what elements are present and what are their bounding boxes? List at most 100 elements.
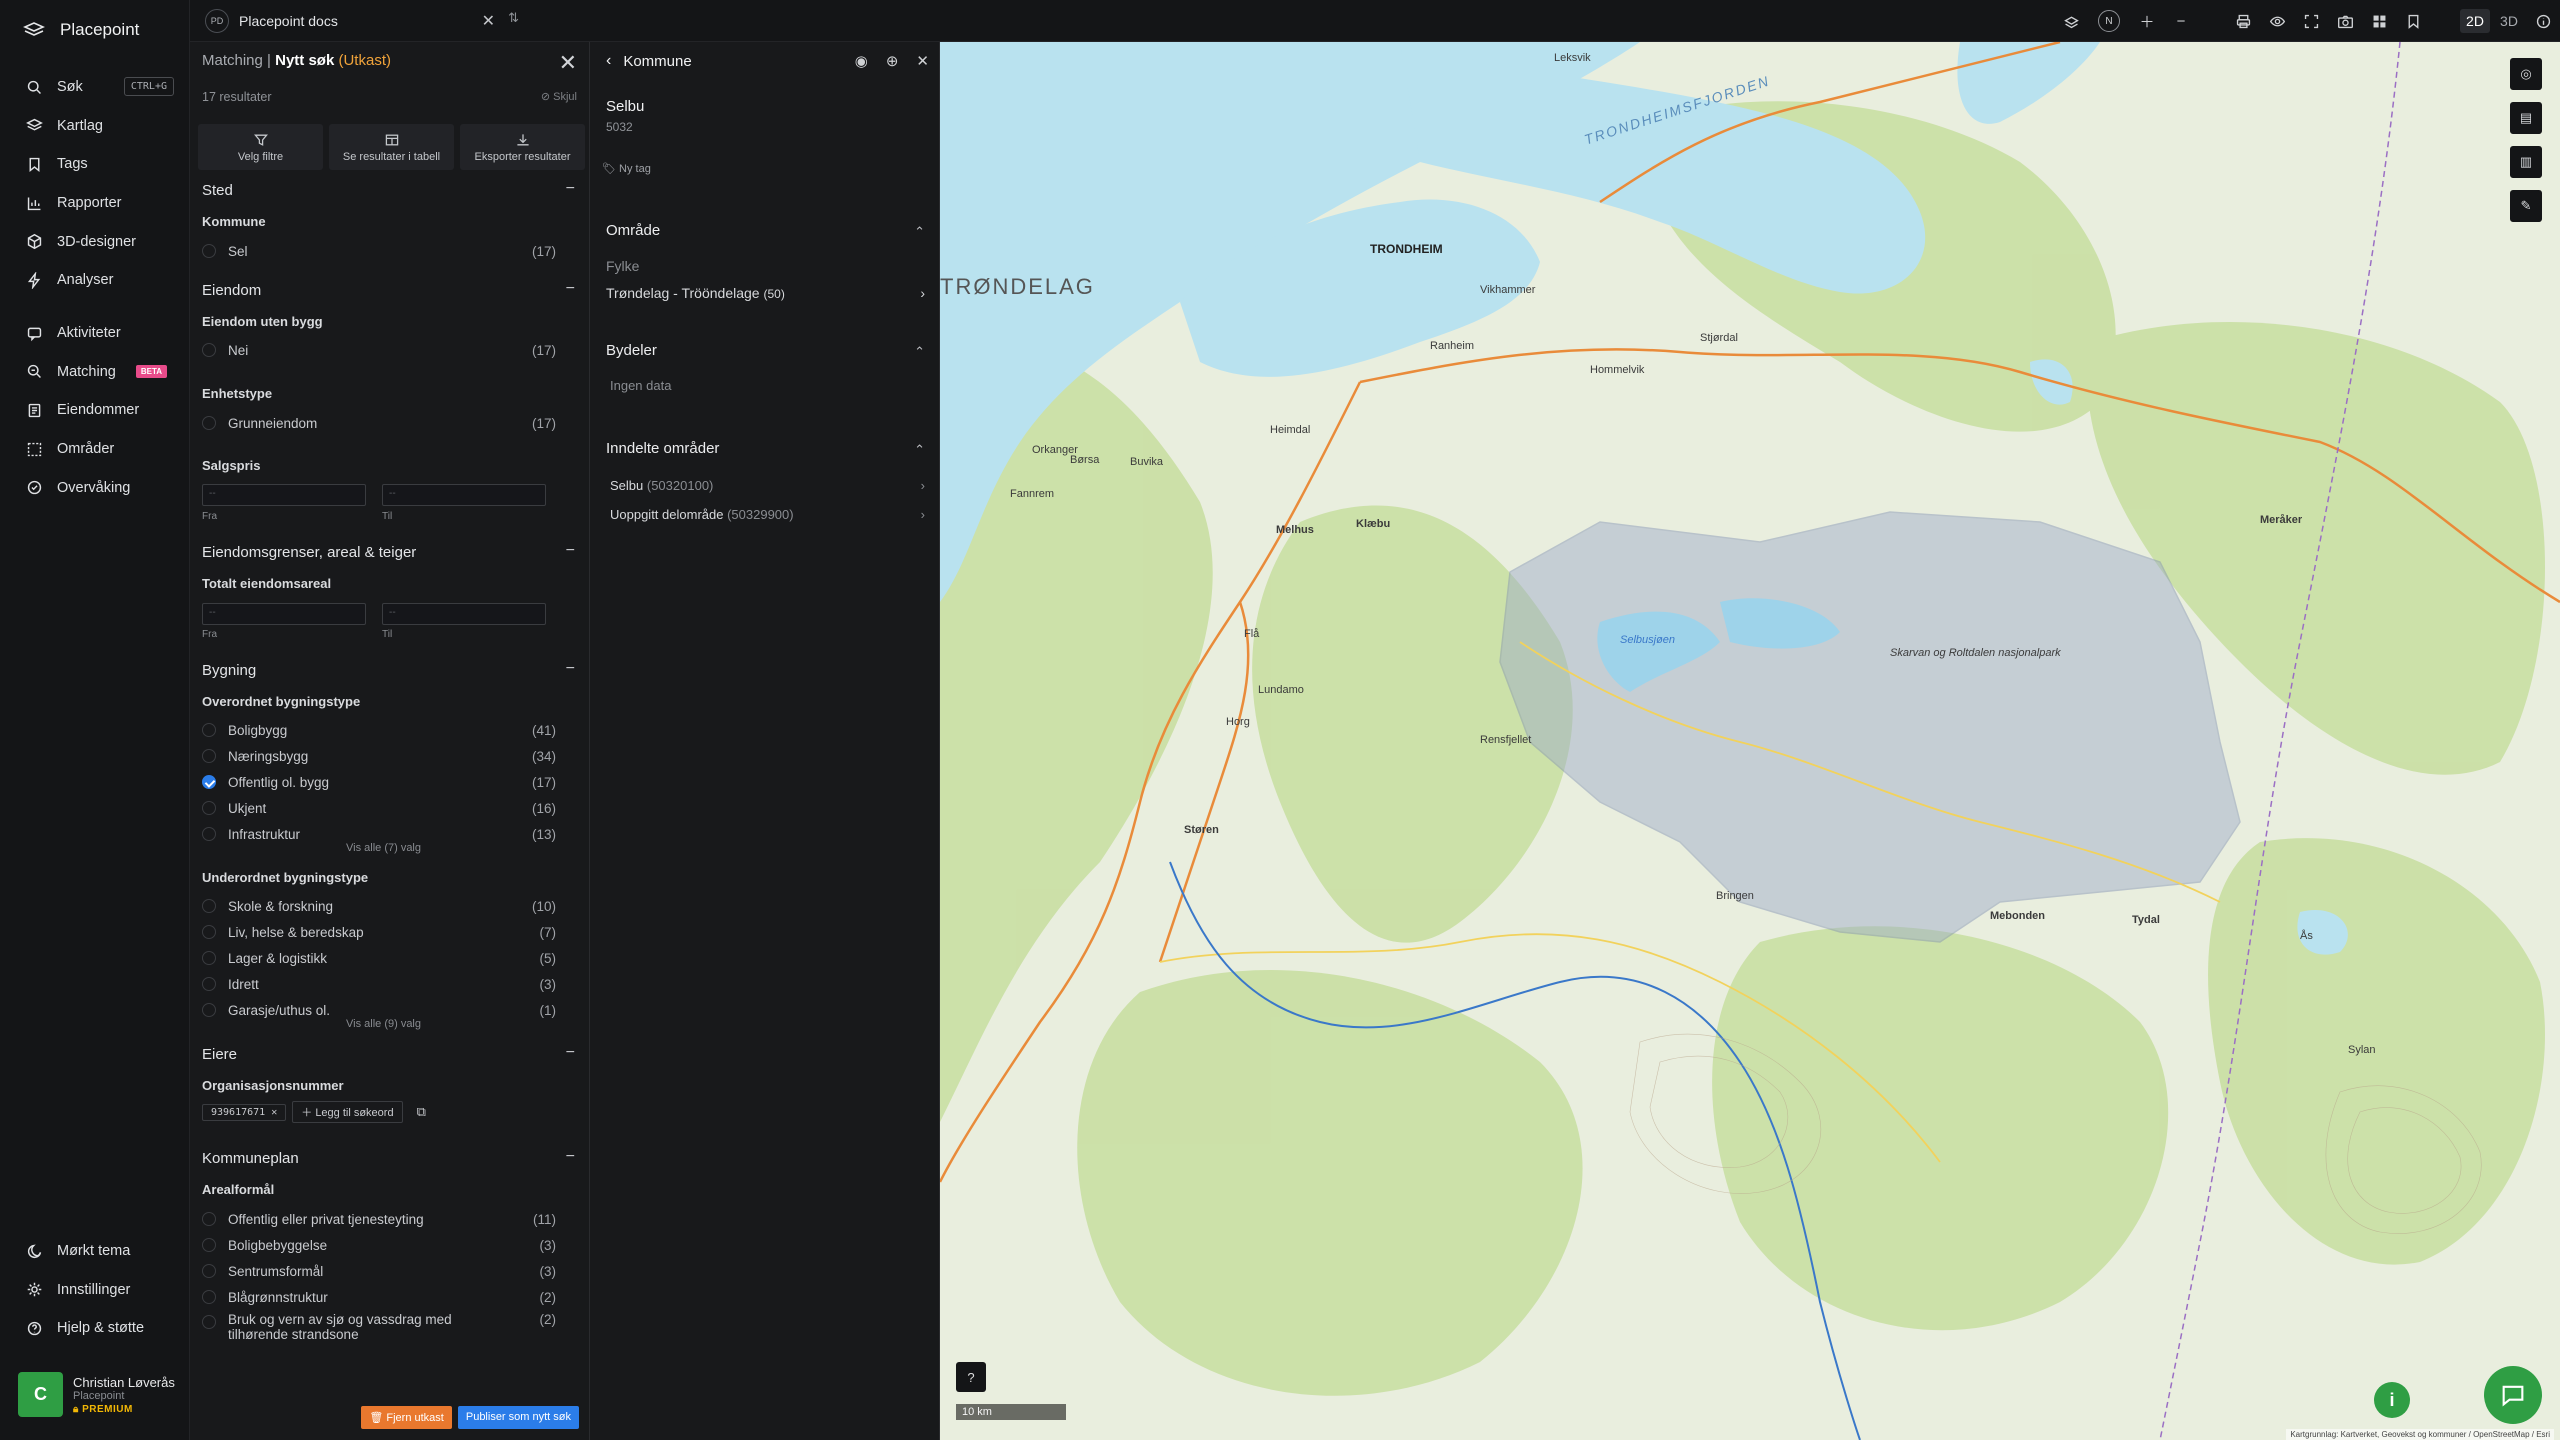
sidebar-item-kartlag[interactable]: Kartlag xyxy=(0,107,190,146)
sidebar-item-sok[interactable]: Søk CTRL+G xyxy=(0,68,190,107)
filter-option[interactable]: Boligbygg (41) xyxy=(202,719,572,741)
filter-option[interactable]: Skole & forskning (10) xyxy=(202,895,572,917)
filter-option[interactable]: Ukjent (16) xyxy=(202,797,572,819)
checkbox[interactable] xyxy=(202,1290,216,1304)
section-bydeler[interactable]: Bydeler xyxy=(606,342,657,359)
sidebar-item-analyser[interactable]: Analyser xyxy=(0,261,190,300)
section-bygning[interactable]: Bygning xyxy=(202,662,256,679)
info-icon[interactable] xyxy=(2526,0,2560,42)
hide-button[interactable]: ⊘ Skjul xyxy=(541,90,577,103)
list-item[interactable]: Uoppgitt delområde (50329900) › xyxy=(610,507,927,522)
filter-option[interactable]: Sentrumsformål (3) xyxy=(202,1260,572,1282)
section-sted[interactable]: Sted xyxy=(202,182,233,199)
bookmark-icon[interactable] xyxy=(2396,0,2430,42)
copy-icon[interactable]: ⧉ xyxy=(417,1104,426,1120)
checkbox[interactable] xyxy=(202,951,216,965)
checkbox[interactable] xyxy=(202,925,216,939)
sidebar-item-matching[interactable]: Matching BETA xyxy=(0,353,190,392)
filter-option[interactable]: Grunneiendom (17) xyxy=(202,412,572,434)
add-keyword-button[interactable]: ＋ Legg til søkeord xyxy=(292,1101,403,1123)
close-icon[interactable]: ✕ xyxy=(916,52,929,70)
export-button[interactable]: Eksporter resultater xyxy=(460,124,585,170)
map-canvas[interactable] xyxy=(940,42,2560,1440)
close-icon[interactable]: ✕ xyxy=(559,50,577,76)
checkbox[interactable] xyxy=(202,343,216,357)
checkbox[interactable] xyxy=(202,1003,216,1017)
chevron-up-icon[interactable]: ⌃ xyxy=(914,344,925,360)
section-eiere[interactable]: Eiere xyxy=(202,1046,237,1063)
user-profile[interactable]: C Christian Løverås Placepoint 🔒︎ PREMIU… xyxy=(18,1372,175,1417)
close-icon[interactable]: ✕ xyxy=(482,11,495,31)
areal-from-input[interactable]: -- xyxy=(202,603,366,625)
sidebar-item-rapporter[interactable]: Rapporter xyxy=(0,184,190,223)
checkbox[interactable] xyxy=(202,801,216,815)
section-kommuneplan[interactable]: Kommuneplan xyxy=(202,1150,299,1167)
zoom-out-icon[interactable]: − xyxy=(2164,0,2198,42)
filter-option[interactable]: Næringsbygg (34) xyxy=(202,745,572,767)
sidebar-item-dark-theme[interactable]: Mørkt tema xyxy=(0,1232,190,1271)
compass-button[interactable]: N xyxy=(2088,0,2130,42)
grid-icon[interactable] xyxy=(2362,0,2396,42)
filter-option[interactable]: Boligbebyggelse (3) xyxy=(202,1234,572,1256)
mode-2d-button[interactable]: 2D xyxy=(2458,0,2492,42)
section-grenser[interactable]: Eiendomsgrenser, areal & teiger xyxy=(202,544,416,561)
sidebar-item-overvaking[interactable]: Overvåking xyxy=(0,468,190,507)
checkbox[interactable] xyxy=(202,1212,216,1226)
globe-icon[interactable]: ◎ xyxy=(2510,58,2542,90)
new-tag-button[interactable]: 🏷︎ Ny tag xyxy=(602,162,651,175)
publish-button[interactable]: Publiser som nytt søk xyxy=(457,1406,579,1429)
checkbox[interactable] xyxy=(202,1238,216,1252)
measure-icon[interactable]: ▤ xyxy=(2510,102,2542,134)
keyword-chip[interactable]: 939617671 ✕ xyxy=(202,1103,287,1121)
sidebar-item-aktiviteter[interactable]: Aktiviteter xyxy=(0,314,190,353)
info-button[interactable]: i xyxy=(2374,1382,2410,1418)
remove-draft-button[interactable]: 🗑︎ Fjern utkast xyxy=(361,1406,452,1429)
show-all-link[interactable]: Vis alle (7) valg xyxy=(346,842,421,854)
salgspris-from-input[interactable]: -- xyxy=(202,484,366,506)
chevron-up-icon[interactable]: ⌃ xyxy=(914,224,925,240)
filter-option[interactable]: Sel (17) xyxy=(202,240,572,262)
brand[interactable]: Placepoint xyxy=(22,18,139,42)
collapse-icon[interactable]: − xyxy=(566,180,575,198)
layers-3d-icon[interactable] xyxy=(2054,0,2088,42)
show-all-link[interactable]: Vis alle (9) valg xyxy=(346,1018,421,1030)
back-icon[interactable]: ‹ xyxy=(606,52,611,70)
checkbox[interactable] xyxy=(202,827,216,841)
checkbox[interactable] xyxy=(202,1315,216,1329)
camera-icon[interactable] xyxy=(2328,0,2362,42)
map-view[interactable]: TRØNDELAG TRONDHEIM TRONDHEIMSFJORDEN Se… xyxy=(940,42,2560,1440)
salgspris-to-input[interactable]: -- xyxy=(382,484,546,506)
mode-3d-button[interactable]: 3D xyxy=(2492,0,2526,42)
checkbox[interactable] xyxy=(202,749,216,763)
chart-icon[interactable]: ▥ xyxy=(2510,146,2542,178)
sidebar-item-settings[interactable]: Innstillinger xyxy=(0,1271,190,1310)
checkbox[interactable] xyxy=(202,244,216,258)
list-item[interactable]: Selbu (50320100) › xyxy=(610,478,927,493)
collapse-icon[interactable]: − xyxy=(566,542,575,560)
collapse-icon[interactable]: − xyxy=(566,1044,575,1062)
print-icon[interactable] xyxy=(2226,0,2260,42)
collapse-icon[interactable]: − xyxy=(566,660,575,678)
sidebar-item-omrader[interactable]: Områder xyxy=(0,430,190,469)
section-inndelte[interactable]: Inndelte områder xyxy=(606,440,719,457)
sort-icon[interactable]: ⇅ xyxy=(508,10,519,26)
choose-filters-button[interactable]: Velg filtre xyxy=(198,124,323,170)
sidebar-item-3d-designer[interactable]: 3D-designer xyxy=(0,222,190,261)
checkbox[interactable] xyxy=(202,723,216,737)
filter-option[interactable]: Liv, helse & beredskap (7) xyxy=(202,921,572,943)
chevron-up-icon[interactable]: ⌃ xyxy=(914,442,925,458)
filter-option[interactable]: Bruk og vern av sjø og vassdrag med tilh… xyxy=(202,1312,572,1352)
collapse-icon[interactable]: − xyxy=(566,280,575,298)
section-omrade[interactable]: Område xyxy=(606,222,660,239)
remove-icon[interactable]: ✕ xyxy=(271,1107,277,1118)
filter-option-checked[interactable]: Offentlig ol. bygg (17) xyxy=(202,771,572,793)
document-selector[interactable]: PD Placepoint docs ✕ ⇅ xyxy=(205,8,535,34)
locate-icon[interactable]: ⊕ xyxy=(886,52,899,70)
filter-option[interactable]: Blågrønnstruktur (2) xyxy=(202,1286,572,1308)
filter-option[interactable]: Offentlig eller privat tjenesteyting (11… xyxy=(202,1208,572,1230)
sidebar-item-eiendommer[interactable]: Eiendommer xyxy=(0,391,190,430)
fylke-row[interactable]: Trøndelag - Trööndelage (50) › xyxy=(606,285,927,301)
checkbox-checked[interactable] xyxy=(202,775,216,789)
checkbox[interactable] xyxy=(202,416,216,430)
filter-option[interactable]: Lager & logistikk (5) xyxy=(202,947,572,969)
